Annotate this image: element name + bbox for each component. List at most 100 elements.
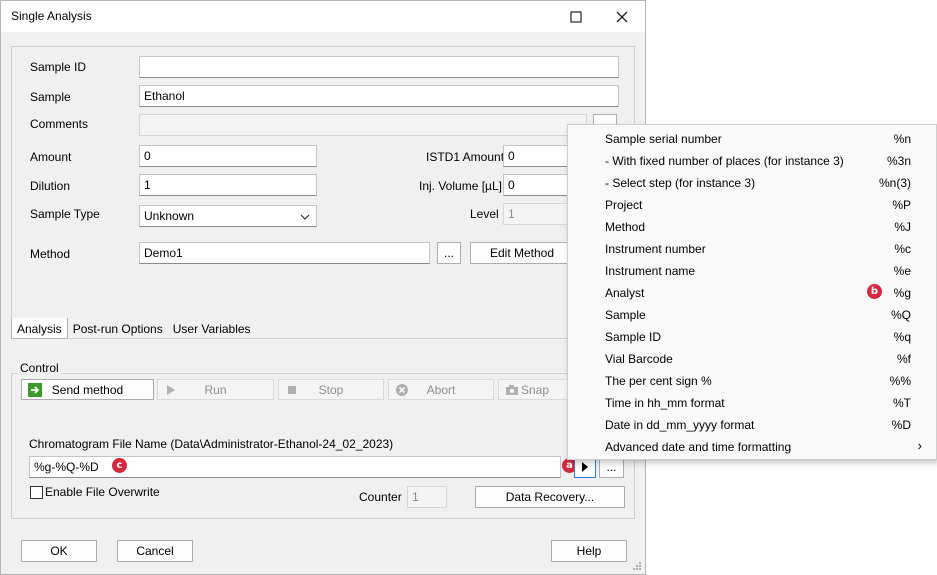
enable-overwrite-label: Enable File Overwrite (45, 485, 160, 499)
menu-item-shortcut: %D (891, 418, 911, 432)
abort-button[interactable]: Abort (388, 379, 494, 400)
enable-overwrite-checkbox[interactable] (30, 486, 43, 499)
menu-item-project[interactable]: Project %P (568, 193, 936, 215)
marker-b: b (867, 284, 882, 299)
send-method-label: Send method (51, 383, 124, 397)
menu-item-label: Instrument number (605, 242, 706, 256)
amount-field[interactable]: 0 (139, 145, 317, 167)
stop-button[interactable]: Stop (278, 379, 384, 400)
cancel-button[interactable]: Cancel (117, 540, 193, 562)
method-field[interactable]: Demo1 (139, 242, 430, 264)
single-analysis-dialog: Single Analysis Sample ID Sample Ethanol… (0, 0, 646, 575)
sample-type-select[interactable]: Unknown (139, 205, 317, 227)
counter-field[interactable]: 1 (407, 486, 447, 508)
abort-label: Abort (426, 383, 456, 397)
menu-item-shortcut: %P (892, 198, 911, 212)
sample-id-field[interactable] (139, 56, 619, 78)
comments-label: Comments (30, 117, 89, 131)
method-browse-button[interactable]: ... (437, 242, 461, 264)
resize-grip-icon[interactable] (632, 561, 642, 571)
caret-right-icon (582, 462, 588, 472)
menu-item-label: Time in hh_mm format (605, 396, 725, 410)
menu-item-shortcut: %c (894, 242, 911, 256)
menu-item-shortcut: %f (896, 352, 911, 366)
menu-item-label: Sample ID (605, 330, 662, 344)
menu-item-vial-barcode[interactable]: Vial Barcode %f (568, 347, 936, 369)
snapshot-label: Snap (521, 383, 550, 397)
ok-button[interactable]: OK (21, 540, 97, 562)
snapshot-button[interactable]: Snap (498, 379, 568, 400)
sample-id-label: Sample ID (30, 60, 87, 74)
tab-strip: Analysis Post-run Options User Variables (11, 318, 256, 340)
menu-item-shortcut: %T (893, 396, 911, 410)
menu-item-shortcut: %3n (886, 154, 911, 168)
menu-item-label: - With fixed number of places (for insta… (605, 154, 844, 168)
control-group-label: Control (17, 361, 62, 375)
sample-label: Sample (30, 90, 71, 104)
menu-item-date-format[interactable]: Date in dd_mm_yyyy format %D (568, 413, 936, 435)
send-method-button[interactable]: Send method (21, 379, 154, 400)
title-bar: Single Analysis (1, 1, 645, 32)
menu-item-label: Sample serial number (605, 132, 722, 146)
marker-c: c (112, 458, 127, 473)
level-field[interactable]: 1 (503, 203, 573, 225)
tab-analysis[interactable]: Analysis (11, 318, 68, 339)
menu-item-label: Instrument name (605, 264, 696, 278)
chromatogram-file-field[interactable]: %g-%Q-%D (29, 456, 561, 478)
edit-method-button[interactable]: Edit Method (470, 242, 574, 264)
help-button[interactable]: Help (551, 540, 627, 562)
menu-item-analyst[interactable]: Analyst b %g (568, 281, 936, 303)
sample-field[interactable]: Ethanol (139, 85, 619, 107)
sample-type-value: Unknown (144, 209, 195, 223)
amount-label: Amount (30, 150, 72, 164)
tab-post-run-options[interactable]: Post-run Options (68, 318, 168, 339)
menu-item-method[interactable]: Method %J (568, 215, 936, 237)
chevron-right-icon: › (917, 438, 922, 453)
menu-item-shortcut: %g (893, 286, 911, 300)
istd-amount-label: ISTD1 Amount (426, 150, 505, 164)
menu-item-fixed-places[interactable]: - With fixed number of places (for insta… (568, 149, 936, 171)
chromatogram-file-label: Chromatogram File Name (Data\Administrat… (29, 437, 394, 451)
chevron-down-icon (300, 214, 310, 220)
inj-volume-field[interactable]: 0 (503, 174, 573, 196)
sample-type-label: Sample Type (30, 207, 100, 221)
menu-item-select-step[interactable]: - Select step (for instance 3) %n(3) (568, 171, 936, 193)
stop-label: Stop (318, 383, 344, 397)
level-label: Level (470, 207, 499, 221)
comments-field[interactable] (139, 114, 587, 136)
istd-amount-field[interactable]: 0 (503, 145, 573, 167)
menu-item-shortcut: %n(3) (878, 176, 911, 190)
close-button[interactable] (599, 1, 645, 32)
menu-item-shortcut: %J (894, 220, 911, 234)
maximize-button[interactable] (553, 1, 599, 32)
insert-variable-menu: Sample serial number %n - With fixed num… (567, 124, 937, 460)
data-recovery-button[interactable]: Data Recovery... (475, 486, 625, 508)
menu-item-instrument-name[interactable]: Instrument name %e (568, 259, 936, 281)
close-icon (616, 11, 628, 22)
menu-item-label: - Select step (for instance 3) (605, 176, 756, 190)
menu-item-label: Method (605, 220, 646, 234)
menu-item-label: Sample (605, 308, 646, 322)
tab-user-variables[interactable]: User Variables (168, 318, 256, 339)
run-button[interactable]: Run (157, 379, 274, 400)
menu-item-advanced-date-time[interactable]: Advanced date and time formatting › (568, 435, 936, 457)
dilution-field[interactable]: 1 (139, 174, 317, 196)
menu-item-label: Vial Barcode (605, 352, 673, 366)
method-label: Method (30, 247, 71, 261)
menu-item-shortcut: %n (893, 132, 911, 146)
menu-item-shortcut: %% (889, 374, 911, 388)
menu-item-shortcut: %q (893, 330, 911, 344)
camera-icon (506, 385, 518, 395)
menu-item-sample-id[interactable]: Sample ID %q (568, 325, 936, 347)
menu-item-instrument-number[interactable]: Instrument number %c (568, 237, 936, 259)
menu-item-label: Advanced date and time formatting (605, 440, 792, 454)
window-title: Single Analysis (11, 9, 92, 23)
menu-item-label: Date in dd_mm_yyyy format (605, 418, 755, 432)
menu-item-label: The per cent sign % (605, 374, 712, 388)
menu-item-label: Project (605, 198, 643, 212)
menu-item-percent-sign[interactable]: The per cent sign % %% (568, 369, 936, 391)
menu-item-sample[interactable]: Sample %Q (568, 303, 936, 325)
menu-item-time-format[interactable]: Time in hh_mm format %T (568, 391, 936, 413)
menu-item-shortcut: %Q (890, 308, 911, 322)
menu-item-sample-serial-number[interactable]: Sample serial number %n (568, 127, 936, 149)
